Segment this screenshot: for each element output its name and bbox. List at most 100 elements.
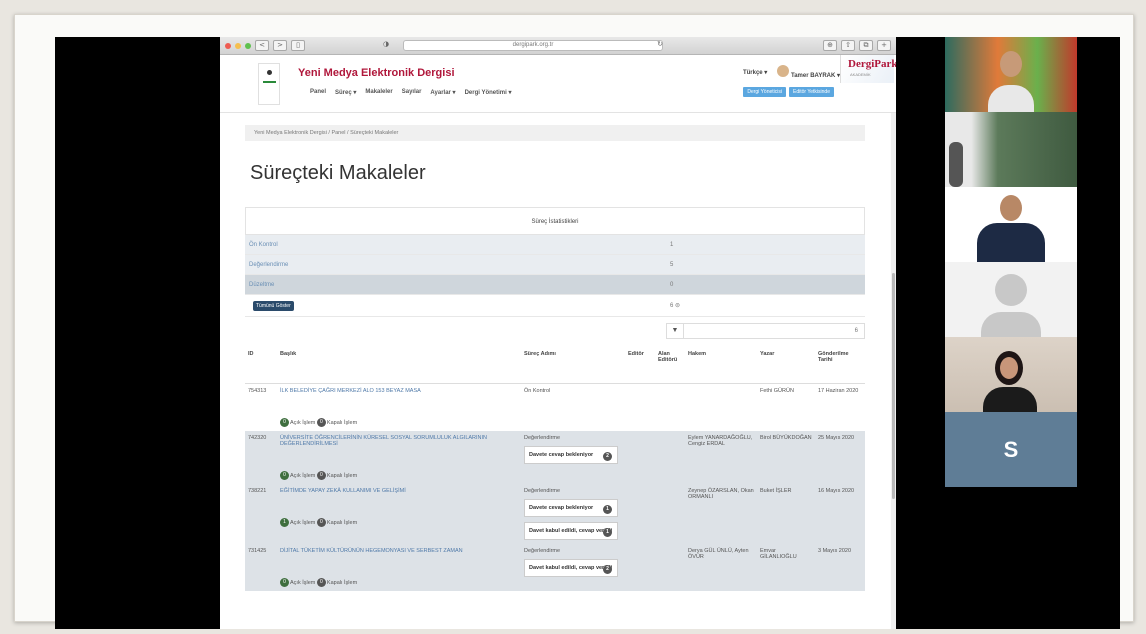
browser-toolbar: < > ▯ ◑ dergipark.org.tr ↻ ⊕ ⇧ ⧉ + — [220, 37, 896, 55]
language-select[interactable]: Türkçe ▾ — [743, 69, 767, 76]
video-tile-1[interactable] — [945, 37, 1077, 112]
minimize-dot[interactable] — [235, 42, 241, 49]
nav-process[interactable]: Süreç ▾ — [335, 89, 356, 96]
submission-date: 3 Mayıs 2020 — [818, 547, 852, 554]
scrollbar-thumb[interactable] — [892, 273, 895, 499]
col-field-editor[interactable]: Alan Editörü — [655, 347, 685, 384]
closed-action-label[interactable]: Kapalı İşlem — [327, 472, 357, 478]
participant-body — [981, 312, 1041, 337]
article-title-link[interactable]: EĞİTİMDE YAPAY ZEKÂ KULLANIMI VE GELİŞİM… — [280, 488, 406, 494]
stats-label[interactable]: Değerlendirme — [245, 262, 664, 268]
closed-action-icon[interactable]: 0 — [316, 417, 326, 427]
cell-author: Birol BÜYÜKDOĞAN — [757, 430, 815, 484]
closed-action-icon[interactable]: 0 — [316, 470, 326, 480]
referee-count-icon: 2 — [603, 451, 612, 461]
table-row[interactable]: 731425 DİJİTAL TÜKETİM KÜLTÜRÜNÜN HEGEMON… — [245, 543, 865, 591]
stats-row-review[interactable]: Değerlendirme 5 — [245, 255, 865, 275]
video-tile-3[interactable] — [945, 187, 1077, 262]
open-action-label[interactable]: Açık İşlem — [290, 472, 315, 478]
open-action-icon[interactable]: 0 — [280, 577, 289, 587]
referee-status-card[interactable]: Davet kabul edildi, cevap verildi 1 — [524, 521, 618, 540]
process-stats: Süreç İstatistikleri Ön Kontrol 1 Değerl… — [245, 207, 865, 317]
stats-row-precheck[interactable]: Ön Kontrol 1 — [245, 235, 865, 255]
table-row[interactable]: 742320 ÜNİVERSİTE ÖĞRENCİLERİNİN KÜRESEL … — [245, 430, 865, 484]
browser-window: < > ▯ ◑ dergipark.org.tr ↻ ⊕ ⇧ ⧉ + Yeni … — [220, 37, 896, 629]
table-row[interactable]: 738221 EĞİTİMDE YAPAY ZEKÂ KULLANIMI VE G… — [245, 483, 865, 544]
nav-articles[interactable]: Makaleler — [365, 89, 392, 96]
stats-label[interactable]: Düzeltme — [245, 282, 664, 288]
close-dot[interactable] — [225, 42, 231, 49]
row-id: 754313 — [248, 387, 267, 394]
stats-row-revision[interactable]: Düzeltme 0 — [245, 275, 865, 295]
video-tile-2[interactable] — [945, 112, 1077, 187]
cell-field-editor — [655, 430, 685, 484]
nav-journal-management[interactable]: Dergi Yönetimi ▾ — [465, 89, 512, 96]
closed-action-label[interactable]: Kapalı İşlem — [327, 579, 357, 585]
role-badge-manager[interactable]: Dergi Yöneticisi — [743, 87, 786, 97]
col-date[interactable]: Gönderilme Tarihi — [815, 347, 865, 384]
closed-action-icon[interactable]: 0 — [316, 577, 326, 587]
referee-status-card[interactable]: Davet kabul edildi, cevap verildi 2 — [524, 558, 618, 577]
referee-count-icon: 2 — [603, 564, 612, 574]
dergipark-logo[interactable]: DergiPark AKADEMİK — [840, 55, 896, 83]
filter-icon[interactable]: ▼ — [666, 323, 684, 339]
video-tile-4[interactable] — [945, 262, 1077, 337]
col-editor[interactable]: Editör — [625, 347, 655, 384]
show-all-button[interactable]: Tümünü Göster — [253, 300, 294, 311]
nav-settings[interactable]: Ayarlar ▾ — [430, 89, 455, 96]
table-row[interactable]: 754313 İLK BELEDİYE ÇAĞRI MERKEZİ ALO 153… — [245, 383, 865, 431]
site-header: Yeni Medya Elektronik Dergisi Panel Süre… — [220, 55, 896, 113]
back-icon[interactable]: < — [255, 40, 269, 51]
col-referee[interactable]: Hakem — [685, 347, 757, 384]
maximize-dot[interactable] — [245, 42, 251, 49]
article-title-link[interactable]: ÜNİVERSİTE ÖĞRENCİLERİNİN KÜRESEL SOSYAL… — [280, 435, 487, 447]
stats-label[interactable]: Ön Kontrol — [245, 242, 664, 248]
col-title[interactable]: Başlık — [277, 347, 521, 384]
role-badge-editor[interactable]: Editör Yetkisinde — [789, 87, 834, 97]
journal-logo[interactable] — [258, 63, 280, 105]
nav-issues[interactable]: Sayılar — [402, 89, 422, 96]
author-name: Fethi GÜRÜN — [760, 387, 794, 394]
open-action-icon[interactable]: 0 — [280, 470, 289, 480]
scrollbar[interactable] — [891, 113, 896, 629]
video-tile-5[interactable] — [945, 337, 1077, 412]
user-menu[interactable]: Tamer BAYRAK ▾ — [777, 65, 840, 79]
closed-action-label[interactable]: Kapalı İşlem — [327, 519, 357, 525]
submission-date: 16 Mayıs 2020 — [818, 487, 855, 494]
article-title-link[interactable]: DİJİTAL TÜKETİM KÜLTÜRÜNÜN HEGEMONYASI V… — [280, 548, 463, 554]
nav-panel[interactable]: Panel — [310, 89, 326, 96]
open-action-label[interactable]: Açık İşlem — [290, 519, 315, 525]
download-icon[interactable]: ⊕ — [823, 40, 837, 51]
video-call-panel: S — [945, 37, 1077, 487]
privacy-shield-icon[interactable]: ◑ — [379, 40, 393, 51]
open-action-icon[interactable]: 0 — [280, 417, 289, 427]
tabs-icon[interactable]: ⧉ — [859, 40, 873, 51]
col-step[interactable]: Süreç Adımı — [521, 347, 625, 384]
share-icon[interactable]: ⇧ — [841, 40, 855, 51]
referee-count-icon: 1 — [603, 527, 612, 537]
article-title-link[interactable]: İLK BELEDİYE ÇAĞRI MERKEZİ ALO 153 BEYAZ… — [280, 388, 421, 394]
breadcrumb[interactable]: Yeni Medya Elektronik Dergisi / Panel / … — [245, 125, 865, 141]
sidebar-icon[interactable]: ▯ — [291, 40, 305, 51]
video-tile-6[interactable]: S — [945, 412, 1077, 487]
submission-date: 17 Haziran 2020 — [818, 387, 859, 394]
open-action-label[interactable]: Açık İşlem — [290, 419, 315, 425]
brand-name: DergiPark — [848, 58, 896, 70]
closed-action-icon[interactable]: 0 — [316, 517, 326, 527]
referee-status-text: Davete cevap bekleniyor — [529, 451, 594, 458]
user-avatar — [777, 65, 790, 77]
address-bar[interactable]: dergipark.org.tr — [403, 40, 663, 51]
referee-status-card[interactable]: Davete cevap bekleniyor 2 — [524, 445, 618, 464]
reload-icon[interactable]: ↻ — [653, 40, 667, 51]
col-id[interactable]: ID — [245, 347, 277, 384]
open-action-icon[interactable]: 1 — [280, 517, 289, 527]
referee-status-card[interactable]: Davete cevap bekleniyor 1 — [524, 498, 618, 517]
forward-icon[interactable]: > — [273, 40, 287, 51]
closed-action-label[interactable]: Kapalı İşlem — [327, 419, 357, 425]
new-tab-icon[interactable]: + — [877, 40, 891, 51]
cell-referee: Eylem YANARDAĞOĞLU, Cengiz ERDAL — [685, 430, 757, 484]
journal-title[interactable]: Yeni Medya Elektronik Dergisi — [298, 67, 455, 79]
open-action-label[interactable]: Açık İşlem — [290, 579, 315, 585]
col-author[interactable]: Yazar — [757, 347, 815, 384]
filter-input[interactable]: 6 — [684, 323, 865, 339]
